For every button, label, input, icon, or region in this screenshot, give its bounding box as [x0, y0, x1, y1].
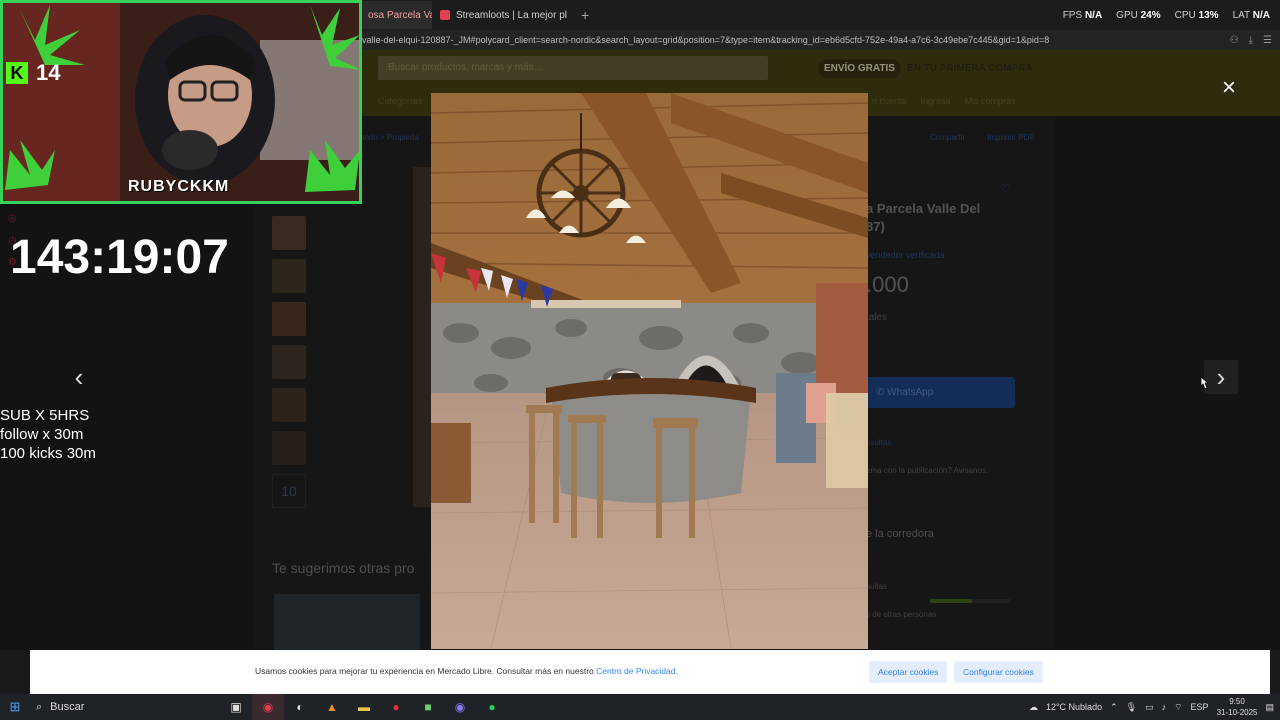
tray-up-icon[interactable]: ⌃: [1110, 702, 1118, 713]
gpu-stat: GPU 24%: [1116, 9, 1161, 21]
mouse-cursor-icon: [1200, 376, 1209, 390]
taskbar-search[interactable]: ⌕ Buscar: [30, 696, 220, 718]
profile-icon[interactable]: ⚇: [1230, 35, 1239, 46]
new-tab-button[interactable]: +: [581, 7, 589, 23]
wifi-icon[interactable]: ⌔: [1174, 702, 1182, 713]
target-icon: ◎: [8, 213, 17, 224]
obs-icon[interactable]: ◐: [284, 694, 316, 720]
menu-icon[interactable]: ☰: [1263, 35, 1272, 46]
cpu-stat: CPU 13%: [1174, 9, 1219, 21]
tab-label: osa Parcela Valle: [368, 9, 432, 21]
tab-label: Streamloots | La mejor pl: [456, 9, 567, 21]
browser-toolbar-icons: ⚇ ⤓ ☰: [1230, 30, 1272, 50]
app-green-icon[interactable]: ■: [412, 694, 444, 720]
download-icon[interactable]: ⤓: [1249, 35, 1253, 46]
mic-icon[interactable]: 🎙: [1126, 702, 1137, 713]
configure-cookies-button[interactable]: Configurar cookies: [954, 661, 1043, 683]
screen: { "browser": { "tabs": [ {"label": "osa …: [0, 0, 1280, 720]
property-photo: [431, 93, 868, 649]
weather-icon: ☁: [1028, 701, 1038, 712]
fps-stat: FPS N/A: [1062, 9, 1103, 21]
weather-text[interactable]: 12°C Nublado: [1046, 702, 1102, 712]
streamer-nametag: RUBYCKKM: [128, 178, 230, 195]
webcam-overlay: K 14 RUBYCKKM: [0, 0, 362, 204]
sub-rule: SUB X 5HRS: [0, 407, 90, 424]
streamloots-favicon-icon: [440, 10, 450, 20]
tab-mercadolibre[interactable]: osa Parcela Valle: [360, 1, 432, 29]
address-bar[interactable]: valle-del-elqui-120887-_JM#polycard_clie…: [360, 30, 1280, 50]
cookie-banner: Usamos cookies para mejorar tu experienc…: [30, 650, 1270, 694]
discord-icon[interactable]: ◉: [444, 694, 476, 720]
kick-count: 14: [36, 60, 61, 85]
close-icon: ×: [1221, 74, 1236, 101]
tab-streamloots[interactable]: Streamloots | La mejor pl: [432, 1, 575, 29]
next-photo-button[interactable]: ›: [1204, 360, 1238, 394]
subathon-rules: SUB X 5HRS follow x 30m 100 kicks 30m: [0, 406, 96, 463]
close-lightbox-button[interactable]: ×: [1218, 74, 1240, 101]
windows-start-icon[interactable]: ⊞: [0, 694, 30, 720]
lat-stat: LAT N/A: [1232, 9, 1270, 21]
network-icon[interactable]: ▭: [1145, 702, 1154, 713]
windows-taskbar: ⊞ ⌕ Buscar ▣ ◉ ◐ ▲ ▬ ● ■ ◉ ● ☁ 12°C Nubl…: [0, 694, 1280, 720]
spotify-icon[interactable]: ●: [476, 694, 508, 720]
chevron-left-icon: ‹: [74, 361, 84, 392]
system-tray: ☁ 12°C Nublado ⌃ 🎙 ▭ ♪ ⌔ ESP 9:50 31-10-…: [1029, 694, 1274, 720]
volume-icon[interactable]: ♪: [1162, 702, 1167, 712]
follow-rule: follow x 30m: [0, 426, 84, 443]
app-icon[interactable]: ▲: [316, 694, 348, 720]
language-indicator[interactable]: ESP: [1191, 702, 1209, 712]
performance-overlay: FPS N/A GPU 24% CPU 13% LAT N/A: [1063, 0, 1270, 30]
kicks-rule: 100 kicks 30m: [0, 445, 96, 462]
taskbar-search-label: Buscar: [50, 701, 85, 713]
cookie-text: Usamos cookies para mejorar tu experienc…: [255, 666, 678, 676]
notification-icon[interactable]: ▤: [1265, 702, 1274, 713]
kick-counter: K 14: [6, 60, 60, 86]
chevron-right-icon: ›: [1216, 361, 1226, 392]
recording-app-icon[interactable]: ◉: [252, 694, 284, 720]
accept-cookies-button[interactable]: Aceptar cookies: [869, 661, 948, 683]
app-red-icon[interactable]: ●: [380, 694, 412, 720]
privacy-center-link[interactable]: Centro de Privacidad.: [596, 666, 678, 676]
search-icon: ⌕: [36, 700, 43, 713]
file-explorer-icon[interactable]: ▬: [348, 694, 380, 720]
clock[interactable]: 9:50 31-10-2025: [1217, 696, 1258, 718]
previous-photo-button[interactable]: ‹: [62, 360, 96, 394]
task-view-icon[interactable]: ▣: [220, 694, 252, 720]
kick-logo-icon: K: [6, 62, 28, 84]
subathon-timer: 143:19:07: [10, 231, 229, 284]
